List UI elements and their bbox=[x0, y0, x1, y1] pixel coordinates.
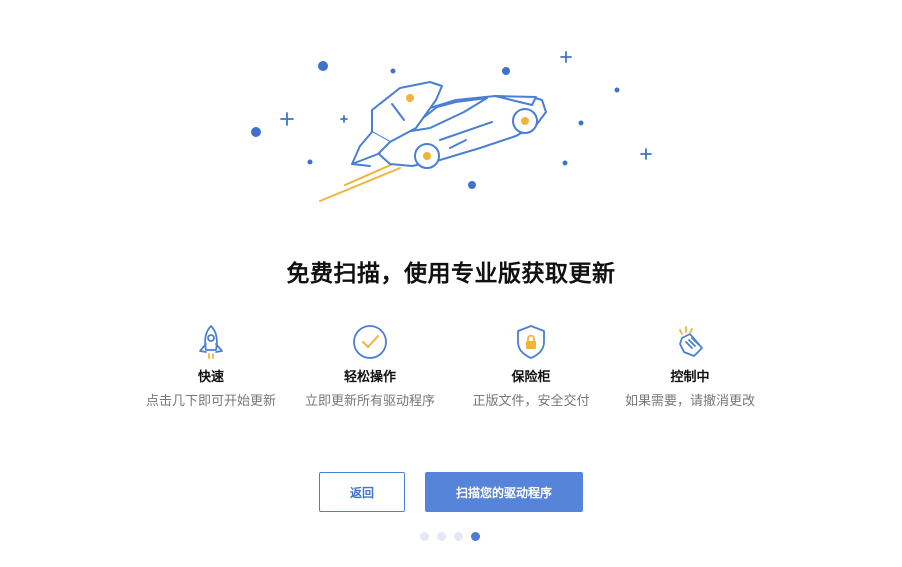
feature-description: 如果需要，请撤消更改 bbox=[624, 394, 755, 409]
hand-pointer-icon bbox=[679, 326, 703, 357]
pagination-dot-3[interactable] bbox=[454, 532, 463, 541]
feature-vault: 保险柜 正版文件，安全交付 bbox=[464, 322, 598, 410]
feature-description: 点击几下即可开始更新 bbox=[145, 394, 276, 409]
feature-description: 正版文件，安全交付 bbox=[472, 394, 590, 409]
checkmark-circle-icon bbox=[353, 325, 387, 359]
feature-description: 立即更新所有驱动程序 bbox=[304, 394, 435, 409]
rocket-car-illustration bbox=[251, 51, 652, 202]
rocket-icon bbox=[199, 325, 223, 359]
feature-fast: 快速 点击几下即可开始更新 bbox=[144, 322, 278, 410]
feature-title: 轻松操作 bbox=[343, 370, 396, 385]
pagination-dot-4[interactable] bbox=[471, 532, 480, 541]
pagination-dot-2[interactable] bbox=[437, 532, 446, 541]
pagination-dots bbox=[420, 532, 480, 542]
shield-lock-icon bbox=[517, 325, 545, 359]
feature-title: 控制中 bbox=[670, 370, 710, 385]
pagination-dot-1[interactable] bbox=[420, 532, 429, 541]
feature-control: 控制中 如果需要，请撤消更改 bbox=[623, 322, 757, 410]
scan-drivers-button[interactable]: 扫描您的驱动程序 bbox=[425, 472, 583, 512]
feature-easy: 轻松操作 立即更新所有驱动程序 bbox=[303, 322, 437, 410]
back-button[interactable]: 返回 bbox=[319, 472, 405, 512]
page-title: 免费扫描，使用专业版获取更新 bbox=[286, 261, 616, 287]
feature-title: 保险柜 bbox=[511, 370, 551, 385]
feature-title: 快速 bbox=[197, 370, 224, 385]
